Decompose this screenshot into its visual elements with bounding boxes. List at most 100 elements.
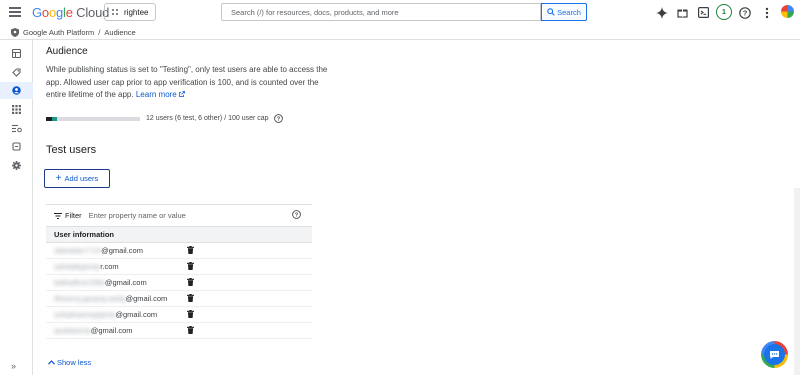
email-domain: gmail.com [112, 278, 147, 287]
breadcrumb-page: Audience [104, 27, 136, 37]
settings-icon [12, 161, 21, 170]
rail-item-clients[interactable] [0, 101, 33, 118]
google-cloud-logo[interactable]: Google Cloud [32, 5, 109, 20]
expand-rail-icon[interactable]: » [11, 361, 16, 371]
user-email: balkadkne1969@gmail.com [54, 278, 147, 287]
user-email: alakadan7715@gmail.com [54, 246, 143, 255]
more-vert-icon[interactable] [760, 6, 773, 19]
user-cap-progress-bar [46, 116, 140, 121]
user-cap-row: 12 users (6 test, 6 other) / 100 user ca… [46, 114, 283, 123]
delete-icon[interactable] [187, 294, 194, 302]
data-access-icon [11, 124, 22, 133]
chat-bubble-icon [770, 350, 779, 359]
gift-icon[interactable] [676, 6, 689, 19]
email-separator: @ [115, 310, 123, 319]
email-domain: gmail.com [108, 246, 143, 255]
svg-text:?: ? [295, 212, 299, 218]
delete-icon[interactable] [187, 246, 194, 254]
audience-icon [12, 86, 21, 95]
test-users-table: Filter Enter property name or value ? Us… [46, 204, 312, 339]
redacted-email-part: aakdalkgavep [54, 262, 101, 271]
email-domain: gmail.com [98, 326, 133, 335]
email-domain: r.com [100, 262, 119, 271]
branding-icon [12, 68, 21, 77]
rail-item-data-access[interactable] [0, 120, 33, 137]
breadcrumb-separator: / [98, 27, 101, 37]
auth-platform-shield-icon [11, 27, 19, 37]
verification-icon [12, 142, 21, 151]
show-less-link[interactable]: Show less [48, 358, 91, 367]
filter-icon [54, 212, 62, 219]
rail-item-verification[interactable] [0, 138, 33, 155]
top-bar: Google Cloud rightee Search (/) for reso… [0, 0, 800, 25]
table-row[interactable]: dhearny.gaupay.aa0g@gmail.com [46, 291, 312, 307]
table-row[interactable]: qoaldaaniq@gmail.com [46, 323, 312, 339]
filter-bar: Filter Enter property name or value ? [46, 204, 312, 227]
redacted-email-part: aolopkaanopppnia [54, 310, 116, 319]
add-users-button[interactable]: + Add users [44, 169, 110, 188]
table-row[interactable]: balkadkne1969@gmail.com [46, 275, 312, 291]
user-email: aolopkaanopppnia@gmail.com [54, 310, 157, 319]
add-users-label: Add users [64, 174, 99, 183]
delete-icon[interactable] [187, 310, 194, 318]
user-email: qoaldaaniq@gmail.com [54, 326, 133, 335]
email-separator: @ [104, 278, 113, 287]
user-email: aakdalkgavepr.com [54, 262, 119, 271]
breadcrumb: Google Auth Platform / Audience [0, 25, 800, 40]
rail-item-settings[interactable] [0, 157, 33, 174]
column-header-label: User information [54, 230, 115, 239]
search-placeholder: Search (/) for resources, docs, products… [231, 7, 399, 17]
scrollbar[interactable] [794, 188, 800, 375]
learn-more-link[interactable]: Learn more [136, 90, 185, 99]
table-row[interactable]: aakdalkgavepr.com [46, 259, 312, 275]
test-users-heading: Test users [46, 144, 97, 156]
project-name: rightee [124, 7, 149, 17]
rail-item-audience[interactable] [0, 82, 33, 99]
svg-text:?: ? [276, 116, 280, 122]
gemini-icon[interactable] [655, 6, 668, 19]
rail-item-branding[interactable] [0, 64, 33, 81]
project-picker-button[interactable]: rightee [104, 3, 156, 21]
redacted-email-part: dhearny.gaupay.aa0g [54, 294, 126, 303]
learn-more-label: Learn more [135, 90, 177, 100]
column-header-user-information[interactable]: User information [46, 227, 312, 243]
account-avatar[interactable] [781, 5, 794, 18]
search-button-label: Search [557, 7, 581, 17]
delete-icon[interactable] [187, 326, 194, 334]
description-text: While publishing status is set to "Testi… [46, 65, 328, 100]
delete-icon[interactable] [187, 262, 194, 270]
left-nav-rail: » [0, 40, 33, 375]
email-domain: gmail.com [122, 310, 158, 319]
audience-description: While publishing status is set to "Testi… [46, 64, 331, 102]
search-icon [547, 8, 555, 16]
clients-icon [12, 105, 21, 114]
redacted-email-part: qoaldaaniq [54, 326, 91, 335]
project-dots-icon [112, 9, 118, 15]
user-cap-help-icon[interactable]: ? [273, 114, 283, 123]
search-input[interactable]: Search (/) for resources, docs, products… [221, 3, 541, 21]
dashboard-icon [12, 49, 21, 58]
help-icon[interactable]: ? [738, 6, 751, 19]
show-less-label: Show less [57, 358, 92, 367]
chevron-up-icon [48, 360, 55, 365]
svg-text:?: ? [742, 8, 747, 17]
notifications-count: 1 [722, 8, 726, 16]
main-menu-icon[interactable] [9, 7, 21, 17]
delete-icon[interactable] [187, 278, 194, 286]
plus-icon: + [55, 172, 62, 184]
email-separator: @ [125, 294, 134, 303]
notifications-badge[interactable]: 1 [716, 4, 732, 20]
search-button[interactable]: Search [541, 3, 587, 21]
table-row[interactable]: alakadan7715@gmail.com [46, 243, 312, 259]
table-row[interactable]: aolopkaanopppnia@gmail.com [46, 307, 312, 323]
main-content: Audience While publishing status is set … [33, 40, 800, 375]
email-separator: @ [101, 246, 109, 255]
filter-help-icon[interactable]: ? [292, 210, 301, 219]
user-email: dhearny.gaupay.aa0g@gmail.com [54, 294, 167, 303]
cloud-shell-icon[interactable] [697, 6, 710, 19]
breadcrumb-product[interactable]: Google Auth Platform [23, 28, 94, 37]
filter-input[interactable]: Enter property name or value [89, 211, 186, 220]
external-link-icon [179, 91, 185, 98]
support-chat-button[interactable] [761, 341, 788, 368]
rail-item-overview[interactable] [0, 45, 33, 62]
